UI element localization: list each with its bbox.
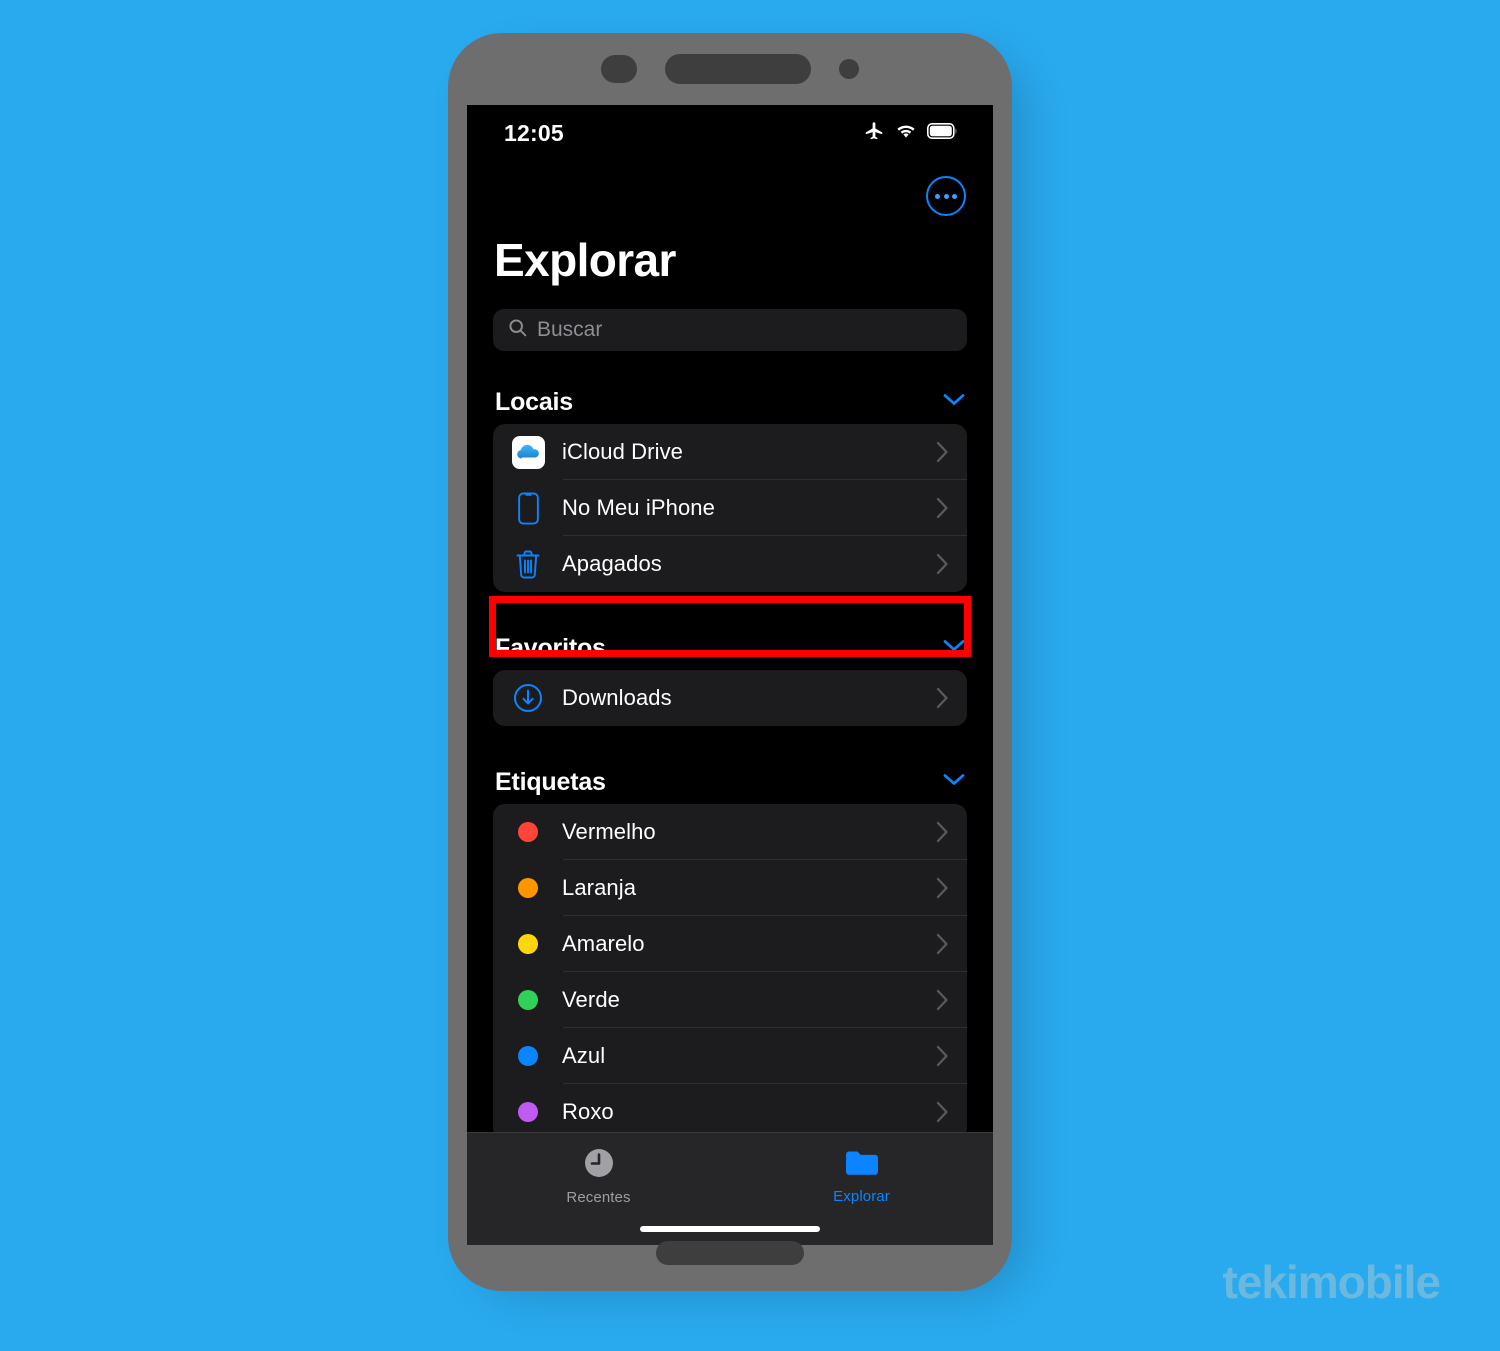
chevron-down-icon[interactable] [943, 639, 965, 657]
chevron-down-icon[interactable] [943, 773, 965, 791]
tag-color-swatch [518, 934, 538, 954]
wifi-icon [894, 122, 918, 145]
tag-dot-icon [508, 1102, 548, 1122]
phone-device-frame: 12:05 Explorar Buscar Locais iCloud Driv… [448, 33, 1012, 1291]
list-item-vermelho[interactable]: Vermelho [493, 804, 967, 860]
list-item-label: No Meu iPhone [562, 495, 715, 520]
list-item-label: iCloud Drive [562, 439, 684, 464]
list-item-label: Roxo [562, 1099, 614, 1124]
status-bar-time: 12:05 [504, 119, 564, 146]
status-bar: 12:05 [467, 105, 993, 161]
list-item-label: Apagados [562, 551, 662, 576]
chevron-right-icon [936, 441, 949, 463]
ellipsis-dot-icon [952, 193, 957, 199]
battery-icon [927, 122, 958, 144]
tag-color-swatch [518, 990, 538, 1010]
list-item-azul[interactable]: Azul [493, 1028, 967, 1084]
nav-bar-actions [467, 161, 993, 231]
tag-color-swatch [518, 1102, 538, 1122]
chevron-right-icon [936, 553, 949, 575]
chevron-right-icon [936, 497, 949, 519]
tab-label: Recentes [566, 1189, 631, 1206]
chevron-right-icon [936, 821, 949, 843]
list-item-no-meu-iphone[interactable]: No Meu iPhone [493, 480, 967, 536]
list-item-downloads[interactable]: Downloads [493, 670, 967, 726]
tag-color-swatch [518, 1046, 538, 1066]
iphone-icon [508, 491, 548, 525]
tab-bar: Recentes Explorar [467, 1132, 993, 1245]
page-title: Explorar [494, 234, 676, 286]
section-header-favoritos[interactable]: Favoritos [467, 626, 993, 670]
search-input[interactable]: Buscar [493, 309, 967, 351]
trash-icon [508, 549, 548, 580]
tag-color-swatch [518, 878, 538, 898]
list-card-favoritos: Downloads [493, 670, 967, 726]
ellipsis-dot-icon [935, 193, 940, 199]
section-title: Etiquetas [495, 767, 606, 796]
chevron-right-icon [936, 989, 949, 1011]
chevron-right-icon [936, 877, 949, 899]
list-item-label: Azul [562, 1043, 606, 1068]
section-title: Locais [495, 387, 573, 416]
status-bar-icons [863, 120, 958, 147]
list-item-label: Vermelho [562, 819, 656, 844]
list-item-verde[interactable]: Verde [493, 972, 967, 1028]
list-item-label: Amarelo [562, 931, 645, 956]
tag-dot-icon [508, 1046, 548, 1066]
section-title: Favoritos [495, 633, 606, 662]
section-header-etiquetas[interactable]: Etiquetas [467, 760, 993, 804]
chevron-right-icon [936, 933, 949, 955]
chevron-right-icon [936, 687, 949, 709]
home-indicator [640, 1226, 820, 1232]
tag-dot-icon [508, 822, 548, 842]
section-header-locais[interactable]: Locais [467, 380, 993, 424]
more-options-button[interactable] [926, 176, 966, 216]
phone-top-bezel [448, 33, 1012, 105]
list-item-label: Verde [562, 987, 620, 1012]
chevron-right-icon [936, 1101, 949, 1123]
tag-dot-icon [508, 934, 548, 954]
list-card-etiquetas: Vermelho Laranja Amarelo Verde Azul Roxo [493, 804, 967, 1140]
download-circle-icon [508, 683, 548, 713]
list-item-icloud-drive[interactable]: iCloud Drive [493, 424, 967, 480]
list-item-apagados[interactable]: Apagados [493, 536, 967, 592]
tab-explorar[interactable]: Explorar [730, 1133, 993, 1213]
tag-color-swatch [518, 822, 538, 842]
front-camera-icon [601, 55, 637, 83]
icloud-drive-icon [508, 435, 548, 469]
airplane-mode-icon [863, 120, 885, 147]
chevron-down-icon[interactable] [943, 393, 965, 411]
list-item-amarelo[interactable]: Amarelo [493, 916, 967, 972]
earpiece-speaker [665, 54, 811, 84]
search-placeholder: Buscar [537, 318, 603, 341]
list-card-locais: iCloud Drive No Meu iPhone Apagados [493, 424, 967, 592]
phone-home-button[interactable] [656, 1241, 804, 1265]
search-icon [507, 317, 528, 343]
ellipsis-dot-icon [943, 193, 949, 199]
list-item-label: Downloads [562, 685, 672, 710]
list-item-label: Laranja [562, 875, 637, 900]
watermark: tekimobile [1222, 1256, 1441, 1308]
list-item-laranja[interactable]: Laranja [493, 860, 967, 916]
tab-recentes[interactable]: Recentes [467, 1133, 730, 1213]
tab-label: Explorar [833, 1188, 890, 1205]
explore-scroll-view[interactable]: Explorar Buscar Locais iCloud Drive No M… [467, 161, 993, 1177]
tag-dot-icon [508, 990, 548, 1010]
tag-dot-icon [508, 878, 548, 898]
folder-icon [845, 1148, 879, 1183]
chevron-right-icon [936, 1045, 949, 1067]
phone-screen: 12:05 Explorar Buscar Locais iCloud Driv… [467, 105, 993, 1245]
proximity-sensor-icon [839, 59, 859, 79]
clock-icon [583, 1147, 615, 1184]
